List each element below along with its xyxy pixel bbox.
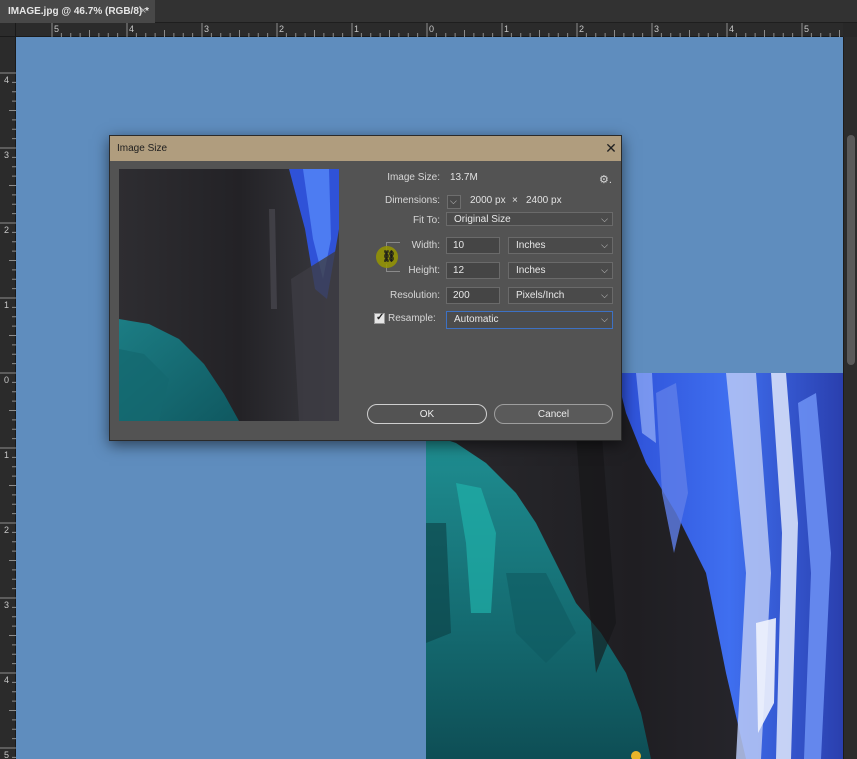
resolution-unit-value: Pixels/Inch [516,290,565,301]
width-label: Width: [411,240,440,251]
resolution-label: Resolution: [389,290,440,301]
resample-method-value: Automatic [454,314,499,325]
chain-link-icon[interactable]: ⛓ [382,250,396,263]
dimensions-width-value: 2000 px [470,195,506,206]
height-input-value: 12 [453,265,465,276]
close-icon[interactable]: ✕ [603,140,619,156]
ruler-v-label: 5 [4,750,10,759]
dimensions-height-value: 2400 px [526,195,562,206]
width-unit-select[interactable]: Inches ⌵ [508,237,613,254]
ruler-v-label: 3 [4,150,10,160]
resolution-input[interactable]: 200 [446,287,500,304]
chevron-down-icon: ⌵ [450,196,457,206]
ruler-origin[interactable] [0,23,16,37]
image-size-label: Image Size: [387,172,440,183]
width-input[interactable]: 10 [446,237,500,254]
height-unit-value: Inches [516,265,546,276]
dimensions-unit-toggle[interactable]: ⌵ [447,195,461,209]
dialog-titlebar[interactable]: Image Size ✕ [110,136,621,161]
height-label: Height: [408,265,440,276]
ruler-v-label: 4 [4,675,10,685]
image-size-value: 13.7M [450,172,478,183]
width-input-value: 10 [453,240,465,251]
ruler-h-label: 4 [129,24,135,34]
checkmark-icon: ✓ [376,312,385,323]
fit-to-value: Original Size [454,214,511,225]
chevron-down-icon: ⌵ [601,290,608,300]
fit-to-select[interactable]: Original Size ⌵ [446,212,613,226]
ruler-v-label: 1 [4,300,10,310]
ruler-h-label: 5 [54,24,60,34]
photoshop-window: IMAGE.jpg @ 46.7% (RGB/8) * × 5 4 3 2 1 … [0,0,857,759]
resample-label: Resample: [388,313,436,324]
resolution-unit-select[interactable]: Pixels/Inch ⌵ [508,287,613,304]
resample-method-select[interactable]: Automatic ⌵ [446,311,613,329]
chevron-down-icon: ⌵ [601,265,608,275]
vertical-ruler-ticks [0,72,16,758]
ruler-v-label: 4 [4,75,10,85]
horizontal-ruler[interactable]: 5 4 3 2 1 0 1 2 3 4 5 [16,23,843,37]
ruler-h-label: 0 [429,24,435,34]
document-tab-bar: IMAGE.jpg @ 46.7% (RGB/8) * × [0,0,857,23]
dimensions-label: Dimensions: [384,195,440,206]
document-tab[interactable]: IMAGE.jpg @ 46.7% (RGB/8) * × [0,0,155,23]
preview-artwork [119,169,339,421]
ruler-h-label: 1 [504,24,510,34]
ruler-h-label: 2 [579,24,585,34]
resample-checkbox[interactable]: ✓ [374,312,385,324]
dimensions-times: × [512,195,518,206]
ruler-v-label: 2 [4,225,10,235]
image-size-dialog: Image Size ✕ Image Size: 13.7M ⚙. Dimens… [109,135,622,441]
ruler-v-label: 0 [4,375,10,385]
vertical-ruler[interactable]: 4 3 2 1 0 1 2 3 4 5 [0,37,16,759]
ruler-v-label: 3 [4,600,10,610]
height-input[interactable]: 12 [446,262,500,279]
vertical-scrollbar[interactable] [843,37,857,759]
tab-close-icon[interactable]: × [140,5,146,17]
cancel-button[interactable]: Cancel [494,404,613,424]
scrollbar-thumb[interactable] [847,135,855,365]
ruler-h-label: 3 [204,24,210,34]
ruler-v-label: 2 [4,525,10,535]
chevron-down-icon: ⌵ [601,314,608,324]
height-unit-select[interactable]: Inches ⌵ [508,262,613,279]
resolution-input-value: 200 [453,290,470,301]
chevron-down-icon: ⌵ [601,214,608,224]
ok-button[interactable]: OK [367,404,487,424]
ruler-h-label: 5 [804,24,810,34]
ruler-h-label: 4 [729,24,735,34]
width-unit-value: Inches [516,240,546,251]
chevron-down-icon: ⌵ [601,240,608,250]
fit-to-label: Fit To: [412,215,440,226]
dialog-title: Image Size [117,143,168,154]
gear-icon[interactable]: ⚙. [599,173,612,186]
ruler-v-label: 1 [4,450,10,460]
ruler-h-label: 1 [354,24,360,34]
ruler-h-label: 3 [654,24,660,34]
image-preview[interactable] [119,169,339,421]
ruler-h-label: 2 [279,24,285,34]
document-tab-title: IMAGE.jpg @ 46.7% (RGB/8) * [8,6,149,17]
